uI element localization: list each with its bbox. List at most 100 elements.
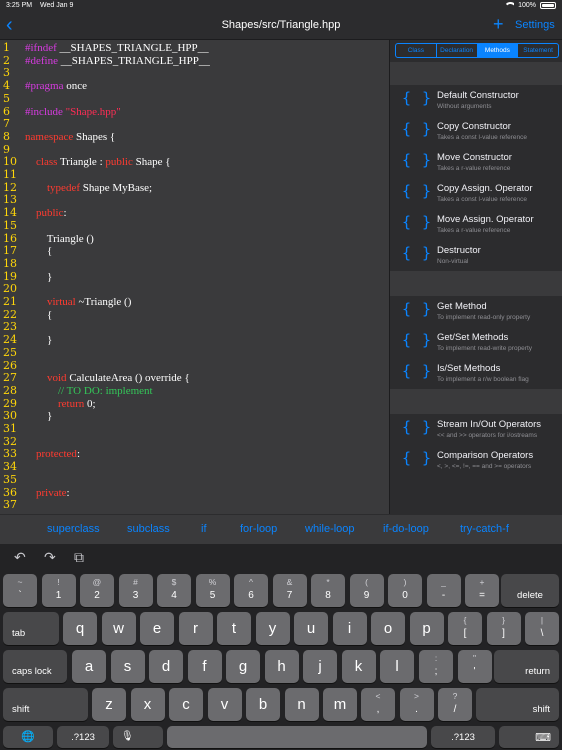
tab-methods[interactable]: Methods bbox=[477, 44, 519, 57]
code-line[interactable]: class Triangle : public Shape { bbox=[25, 156, 171, 169]
method-snippet-item[interactable]: { } Destructor Non-virtual bbox=[390, 240, 562, 271]
shift-right-key[interactable]: shift bbox=[476, 688, 559, 721]
snippet-superclass[interactable]: superclass bbox=[47, 523, 100, 535]
key-[[interactable]: {[ bbox=[448, 612, 482, 645]
code-line[interactable]: void CalculateArea () override { bbox=[25, 372, 190, 385]
code-editor[interactable]: 1 2 3 4 5 6 7 8 9 10 11 12 13 14 15 16 17 18 19 20 21 22 23 24 2… bbox=[0, 40, 389, 514]
key-g[interactable]: g bbox=[226, 650, 260, 683]
tab-declaration[interactable]: Declaration bbox=[437, 44, 478, 57]
key-z[interactable]: z bbox=[92, 688, 126, 721]
key-0[interactable]: ) 0 bbox=[388, 574, 422, 607]
key-4[interactable]: $4 bbox=[157, 574, 191, 607]
return-key[interactable]: return bbox=[494, 650, 559, 683]
snippet-if[interactable]: if bbox=[201, 523, 207, 535]
key-9[interactable]: (9 bbox=[349, 574, 384, 607]
key-b[interactable]: b bbox=[246, 688, 280, 721]
key-d[interactable]: d bbox=[149, 650, 183, 683]
key-x[interactable]: x bbox=[130, 688, 165, 721]
key-n[interactable]: n bbox=[284, 688, 319, 721]
space-key[interactable] bbox=[167, 726, 427, 748]
snippet-subclass[interactable]: subclass bbox=[127, 523, 170, 535]
key-t[interactable]: t bbox=[217, 612, 251, 645]
code-line[interactable]: namespace Shapes { bbox=[25, 131, 115, 144]
key-punct-1[interactable]: >. bbox=[399, 688, 434, 721]
key-v[interactable]: v bbox=[207, 688, 242, 721]
key-k[interactable]: k bbox=[341, 650, 376, 683]
method-snippet-item[interactable]: { } Default Constructor Without arguments bbox=[390, 85, 562, 116]
redo-icon[interactable]: ↷ bbox=[44, 549, 56, 566]
key-1[interactable]: ! 1 bbox=[41, 574, 76, 607]
method-snippet-item[interactable]: { } Get/Set Methods To implement read-writ… bbox=[390, 327, 562, 358]
method-snippet-item[interactable]: { } Stream In/Out Operators << and >> oper… bbox=[390, 414, 562, 445]
key-`[interactable]: ~ ` bbox=[3, 574, 37, 607]
method-snippet-item[interactable]: { } Comparison Operators <, >, <=, !=, == … bbox=[390, 445, 562, 476]
key-][interactable]: }] bbox=[486, 612, 521, 645]
mic-key[interactable]: 🎙 bbox=[113, 726, 163, 748]
tab-class[interactable]: Class bbox=[396, 44, 437, 57]
paste-icon[interactable]: ⧉ bbox=[74, 549, 84, 566]
key-q[interactable]: q bbox=[63, 612, 97, 645]
method-snippet-item[interactable]: { } Is/Set Methods To implement a r/w bool… bbox=[390, 358, 562, 389]
key-a[interactable]: a bbox=[72, 650, 106, 683]
method-snippet-item[interactable]: { } Move Assign. Operator Takes a r-value … bbox=[390, 209, 562, 240]
code-line[interactable]: } bbox=[25, 410, 52, 423]
key-punct-0[interactable]: <, bbox=[361, 688, 395, 721]
add-button[interactable]: + bbox=[493, 14, 504, 34]
code-line[interactable]: #pragma once bbox=[25, 80, 87, 93]
code-line[interactable]: // TO DO: implement bbox=[25, 385, 153, 398]
code-line[interactable]: public: bbox=[25, 207, 67, 220]
code-line[interactable]: return 0; bbox=[25, 398, 96, 411]
code-line[interactable]: private: bbox=[25, 487, 70, 500]
key-y[interactable]: y bbox=[255, 612, 290, 645]
dismiss-keyboard-key[interactable]: ⌨ bbox=[499, 726, 559, 748]
key-3[interactable]: #3 bbox=[118, 574, 153, 607]
shift-left-key[interactable]: shift bbox=[3, 688, 88, 721]
code-line[interactable]: #ifndef __SHAPES_TRIANGLE_HPP__ bbox=[25, 42, 209, 55]
code-line[interactable]: { bbox=[25, 245, 52, 258]
key-u[interactable]: u bbox=[294, 612, 328, 645]
key-m[interactable]: m bbox=[323, 688, 357, 721]
caps-lock-key[interactable]: caps lock bbox=[3, 650, 67, 683]
key-punct-2[interactable]: ? / bbox=[438, 688, 472, 721]
key-5[interactable]: % 5 bbox=[195, 574, 230, 607]
key-o[interactable]: o bbox=[371, 612, 405, 645]
key-i[interactable]: i bbox=[332, 612, 367, 645]
key-s[interactable]: s bbox=[110, 650, 145, 683]
globe-key[interactable]: 🌐 bbox=[3, 726, 53, 748]
snippet-while-loop[interactable]: while-loop bbox=[305, 523, 355, 535]
key-=[interactable]: + = bbox=[465, 574, 499, 607]
key-e[interactable]: e bbox=[140, 612, 174, 645]
undo-icon[interactable]: ↶ bbox=[14, 549, 26, 566]
code-line[interactable]: } bbox=[25, 334, 52, 347]
method-snippet-item[interactable]: { } Copy Assign. Operator Takes a const l-… bbox=[390, 178, 562, 209]
method-snippet-item[interactable]: { } Get Method To implement read-only prop… bbox=[390, 296, 562, 327]
key-7[interactable]: & 7 bbox=[272, 574, 307, 607]
tab-key[interactable]: tab bbox=[3, 612, 59, 645]
key--[interactable]: _ - bbox=[426, 574, 461, 607]
code-line[interactable]: { bbox=[25, 309, 52, 322]
code-line[interactable]: protected: bbox=[25, 448, 80, 461]
key-8[interactable]: * 8 bbox=[311, 574, 345, 607]
snippet-for-loop[interactable]: for-loop bbox=[240, 523, 277, 535]
key-\[interactable]: | \ bbox=[525, 612, 559, 645]
key-j[interactable]: j bbox=[303, 650, 337, 683]
key-p[interactable]: p bbox=[409, 612, 444, 645]
method-snippet-item[interactable]: { } Copy Constructor Takes a const l-value… bbox=[390, 116, 562, 147]
method-snippet-item[interactable]: { } Move Constructor Takes a r-value refer… bbox=[390, 147, 562, 178]
key-l[interactable]: l bbox=[380, 650, 414, 683]
key-quote-0[interactable]: :; bbox=[419, 650, 453, 683]
key-c[interactable]: c bbox=[169, 688, 203, 721]
key-w[interactable]: w bbox=[101, 612, 136, 645]
key-2[interactable]: @2 bbox=[80, 574, 114, 607]
numbers-key[interactable]: .?123 bbox=[57, 726, 109, 748]
delete-key[interactable]: delete bbox=[501, 574, 559, 607]
code-line[interactable]: #include "Shape.hpp" bbox=[25, 106, 121, 119]
tab-statement[interactable]: Statement bbox=[518, 44, 558, 57]
numbers-key-right[interactable]: .?123 bbox=[431, 726, 495, 748]
settings-button[interactable]: Settings bbox=[515, 19, 555, 31]
key-quote-1[interactable]: " ' bbox=[457, 650, 492, 683]
code-line[interactable]: #define __SHAPES_TRIANGLE_HPP__ bbox=[25, 55, 210, 68]
code-line[interactable]: Triangle () bbox=[25, 233, 94, 246]
key-6[interactable]: ^ 6 bbox=[234, 574, 268, 607]
code-line[interactable]: virtual ~Triangle () bbox=[25, 296, 131, 309]
